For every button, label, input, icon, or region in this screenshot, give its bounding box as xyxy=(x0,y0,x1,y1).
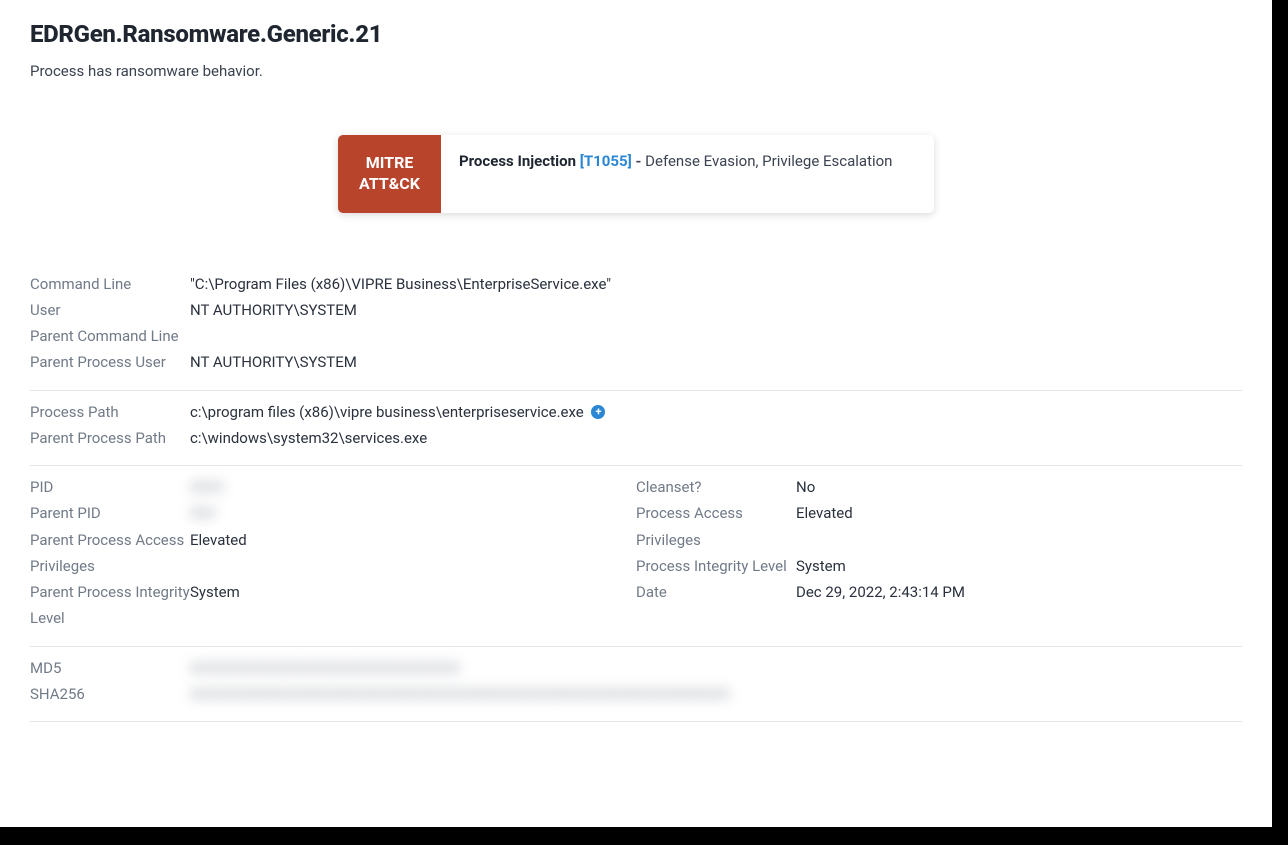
cleanset-label: Cleanset? xyxy=(636,474,796,500)
parent-command-line-label: Parent Command Line xyxy=(30,323,190,349)
access-label: Process Access Privileges xyxy=(636,500,796,553)
user-value: NT AUTHORITY\SYSTEM xyxy=(190,297,357,323)
user-label: User xyxy=(30,297,190,323)
md5-value: 00000000000000000000000000000000 xyxy=(190,655,460,681)
page-title: EDRGen.Ransomware.Generic.21 xyxy=(30,20,1242,48)
hashes-section: MD5 00000000000000000000000000000000 SHA… xyxy=(30,647,1242,722)
technique-name: Process Injection xyxy=(459,152,576,170)
parent-process-path-label: Parent Process Path xyxy=(30,425,190,451)
technique-tactics: Defense Evasion, Privilege Escalation xyxy=(645,152,892,170)
process-info-section: PID 0000 Parent PID 000 Parent Process A… xyxy=(30,466,1242,646)
sha256-label: SHA256 xyxy=(30,681,190,707)
mitre-body: Process Injection [T1055] - Defense Evas… xyxy=(441,135,934,213)
process-info-right: Cleanset? No Process Access Privileges E… xyxy=(636,474,1242,632)
parent-process-user-value: NT AUTHORITY\SYSTEM xyxy=(190,349,357,375)
parent-integrity-value: System xyxy=(190,579,240,605)
cleanset-value: No xyxy=(796,474,815,500)
process-path-text: c:\program files (x86)\vipre business\en… xyxy=(190,403,584,421)
process-path-label: Process Path xyxy=(30,399,190,425)
date-label: Date xyxy=(636,579,796,605)
pid-label: PID xyxy=(30,474,190,500)
sha256-value: 0000000000000000000000000000000000000000… xyxy=(190,681,730,707)
mitre-line2: ATT&CK xyxy=(359,174,420,195)
md5-label: MD5 xyxy=(30,655,190,681)
parent-access-label: Parent Process Access Privileges xyxy=(30,527,190,580)
command-line-value: "C:\Program Files (x86)\VIPRE Business\E… xyxy=(190,271,611,297)
mitre-attack-card: MITRE ATT&CK Process Injection [T1055] -… xyxy=(338,135,934,213)
parent-access-value: Elevated xyxy=(190,527,247,553)
integrity-label: Process Integrity Level xyxy=(636,553,796,579)
process-info-left: PID 0000 Parent PID 000 Parent Process A… xyxy=(30,474,636,632)
parent-pid-label: Parent PID xyxy=(30,500,190,526)
add-icon[interactable]: + xyxy=(591,405,605,419)
access-value: Elevated xyxy=(796,500,853,526)
parent-process-user-label: Parent Process User xyxy=(30,349,190,375)
paths-section: Process Path c:\program files (x86)\vipr… xyxy=(30,391,1242,466)
command-section: Command Line "C:\Program Files (x86)\VIP… xyxy=(30,263,1242,390)
parent-process-path-value: c:\windows\system32\services.exe xyxy=(190,425,427,451)
parent-integrity-label: Parent Process Integrity Level xyxy=(30,579,190,632)
technique-id-link[interactable]: [T1055] xyxy=(580,152,632,170)
pid-value: 0000 xyxy=(190,474,224,500)
technique-dash: - xyxy=(636,152,646,170)
mitre-line1: MITRE xyxy=(366,153,414,174)
integrity-value: System xyxy=(796,553,846,579)
command-line-label: Command Line xyxy=(30,271,190,297)
date-value: Dec 29, 2022, 2:43:14 PM xyxy=(796,579,965,605)
mitre-badge: MITRE ATT&CK xyxy=(338,135,441,213)
divider xyxy=(30,721,1242,722)
page-subtitle: Process has ransomware behavior. xyxy=(30,62,1242,80)
detail-page: EDRGen.Ransomware.Generic.21 Process has… xyxy=(0,0,1272,827)
parent-pid-value: 000 xyxy=(190,500,215,526)
process-path-value: c:\program files (x86)\vipre business\en… xyxy=(190,399,605,425)
